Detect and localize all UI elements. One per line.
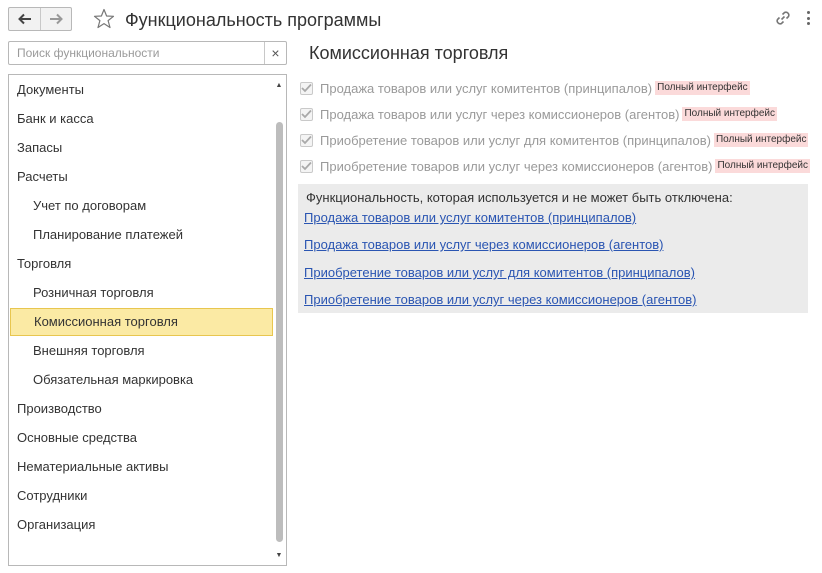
tree-item[interactable]: Внешняя торговля xyxy=(9,337,274,365)
search-box: × xyxy=(8,41,287,65)
tree-item[interactable]: Организация xyxy=(9,511,274,539)
option-label: Приобретение товаров или услуг через ком… xyxy=(320,158,713,174)
back-button[interactable] xyxy=(9,8,40,30)
check-icon xyxy=(301,83,312,93)
option-label: Продажа товаров или услуг комитентов (пр… xyxy=(320,80,653,96)
tree-item[interactable]: Документы xyxy=(9,76,274,104)
tree-item[interactable]: Сотрудники xyxy=(9,482,274,510)
check-icon xyxy=(301,161,312,171)
option-row: Продажа товаров или услуг комитентов (пр… xyxy=(299,79,750,97)
tree-item-selected[interactable]: Комиссионная торговля xyxy=(10,308,273,336)
tree-item[interactable]: Запасы xyxy=(9,134,274,162)
arrow-right-icon xyxy=(50,13,63,25)
functionality-tree: Документы Банк и касса Запасы Расчеты Уч… xyxy=(8,74,287,566)
option-label: Приобретение товаров или услуг для комит… xyxy=(320,132,711,148)
scroll-thumb[interactable] xyxy=(276,122,283,542)
link-icon[interactable] xyxy=(774,9,792,27)
tree-item[interactable]: Основные средства xyxy=(9,424,274,452)
page-title: Функциональность программы xyxy=(125,10,382,30)
tree-item[interactable]: Торговля xyxy=(9,250,274,278)
info-heading: Функциональность, которая используется и… xyxy=(306,190,733,205)
tree-item[interactable]: Планирование платежей xyxy=(9,221,274,249)
search-input[interactable] xyxy=(9,42,264,64)
scroll-down-icon[interactable]: ▼ xyxy=(273,549,285,561)
option-row: Продажа товаров или услуг через комиссио… xyxy=(299,105,777,123)
tree-item[interactable]: Обязательная маркировка xyxy=(9,366,274,394)
tree-item[interactable]: Нематериальные активы xyxy=(9,453,274,481)
section-title: Комиссионная торговля xyxy=(309,43,509,63)
interface-badge: Полный интерфейс xyxy=(713,133,809,147)
option-checkbox[interactable] xyxy=(300,133,313,147)
navigation-buttons xyxy=(8,7,72,31)
tree-item[interactable]: Производство xyxy=(9,395,274,423)
option-checkbox[interactable] xyxy=(300,81,313,95)
functionality-link[interactable]: Приобретение товаров или услуг через ком… xyxy=(304,292,696,308)
arrow-left-icon xyxy=(17,13,31,25)
interface-badge: Полный интерфейс xyxy=(655,81,750,95)
option-checkbox[interactable] xyxy=(300,107,313,121)
check-icon xyxy=(301,135,312,145)
tree-item[interactable]: Учет по договорам xyxy=(9,192,274,220)
forward-button[interactable] xyxy=(40,8,71,30)
scrollbar[interactable]: ▲ ▼ xyxy=(273,76,285,564)
tree-item[interactable]: Расчеты xyxy=(9,163,274,191)
star-outline-icon[interactable] xyxy=(93,8,115,30)
functionality-link[interactable]: Продажа товаров или услуг через комиссио… xyxy=(304,237,663,253)
more-vertical-icon[interactable] xyxy=(801,9,815,27)
option-label: Продажа товаров или услуг через комиссио… xyxy=(320,106,680,122)
interface-badge: Полный интерфейс xyxy=(715,159,810,173)
option-row: Приобретение товаров или услуг для комит… xyxy=(299,131,809,149)
option-row: Приобретение товаров или услуг через ком… xyxy=(299,157,810,175)
scroll-up-icon[interactable]: ▲ xyxy=(273,79,285,91)
clear-search-button[interactable]: × xyxy=(264,42,286,64)
option-checkbox[interactable] xyxy=(300,159,313,173)
tree-item[interactable]: Банк и касса xyxy=(9,105,274,133)
tree-item[interactable]: Розничная торговля xyxy=(9,279,274,307)
functionality-link[interactable]: Приобретение товаров или услуг для комит… xyxy=(304,265,695,281)
interface-badge: Полный интерфейс xyxy=(682,107,777,121)
check-icon xyxy=(301,109,312,119)
functionality-link[interactable]: Продажа товаров или услуг комитентов (пр… xyxy=(304,210,636,226)
